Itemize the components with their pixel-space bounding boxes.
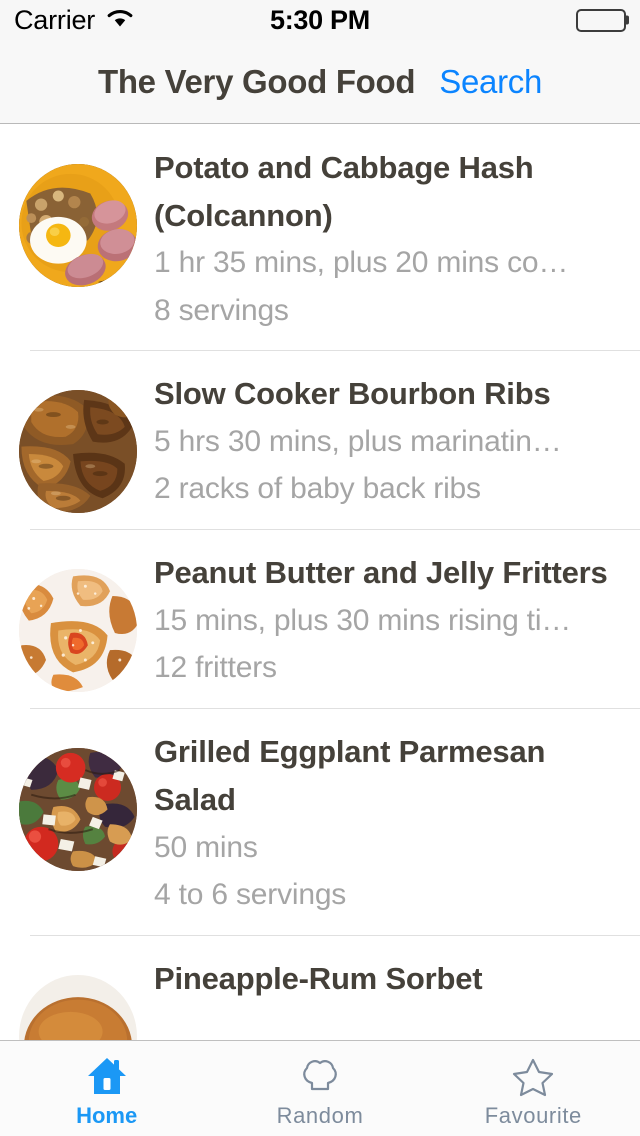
page-title: The Very Good Food — [97, 62, 416, 100]
list-item[interactable]: Potato and Cabbage Hash (Colcannon) 1 hr… — [0, 124, 640, 351]
recipe-list[interactable]: Potato and Cabbage Hash (Colcannon) 1 hr… — [0, 124, 640, 1136]
recipe-title: Pineapple-Rum Sorbet — [154, 960, 483, 996]
recipe-time: 5 hrs 30 mins, plus marinatin… — [154, 424, 562, 458]
list-item[interactable]: Slow Cooker Bourbon Ribs 5 hrs 30 mins, … — [0, 350, 640, 530]
recipe-time: 50 mins — [154, 830, 258, 864]
recipe-title: Slow Cooker Bourbon Ribs — [154, 376, 551, 412]
list-item[interactable]: Grilled Eggplant Parmesan Salad 50 mins … — [0, 708, 640, 935]
carrier-label: Carrier — [14, 4, 96, 35]
battery-full-icon — [576, 8, 629, 32]
tab-favourite-label: Favourite — [484, 1102, 582, 1128]
colcannon-hash-thumbnail — [19, 164, 137, 287]
recipe-yield: 8 servings — [154, 293, 289, 327]
tab-bar: Home Random Favourite — [0, 1040, 640, 1136]
status-bar: Carrier 5:30 PM — [0, 0, 640, 40]
wifi-icon — [105, 7, 135, 34]
search-button[interactable]: Search — [439, 63, 542, 101]
eggplant-salad-thumbnail — [19, 748, 137, 872]
recipe-yield: 12 fritters — [154, 651, 277, 685]
home-icon — [85, 1053, 129, 1099]
recipe-time: 15 mins, plus 30 mins rising ti… — [154, 603, 572, 637]
bourbon-ribs-thumbnail — [19, 390, 137, 514]
status-bar-right — [576, 8, 629, 32]
recipe-time: 1 hr 35 mins, plus 20 mins co… — [154, 246, 569, 280]
tab-random[interactable]: Random — [213, 1041, 426, 1136]
tab-home-label: Home — [76, 1102, 138, 1128]
list-item[interactable]: Peanut Butter and Jelly Fritters 15 mins… — [0, 529, 640, 709]
chef-hat-icon — [299, 1053, 341, 1099]
recipe-title: Potato and Cabbage Hash (Colcannon) — [154, 150, 534, 233]
recipe-title: Peanut Butter and Jelly Fritters — [154, 555, 608, 591]
pbj-fritters-thumbnail — [19, 569, 137, 693]
tab-favourite[interactable]: Favourite — [427, 1041, 640, 1136]
recipe-title: Grilled Eggplant Parmesan Salad — [154, 734, 546, 817]
tab-random-label: Random — [276, 1102, 364, 1128]
navigation-bar: The Very Good Food Search — [0, 40, 640, 124]
status-bar-left: Carrier — [14, 5, 135, 36]
recipe-yield: 4 to 6 servings — [154, 878, 347, 912]
recipe-yield: 2 racks of baby back ribs — [154, 472, 481, 506]
star-icon — [511, 1053, 555, 1099]
tab-home[interactable]: Home — [0, 1041, 213, 1136]
